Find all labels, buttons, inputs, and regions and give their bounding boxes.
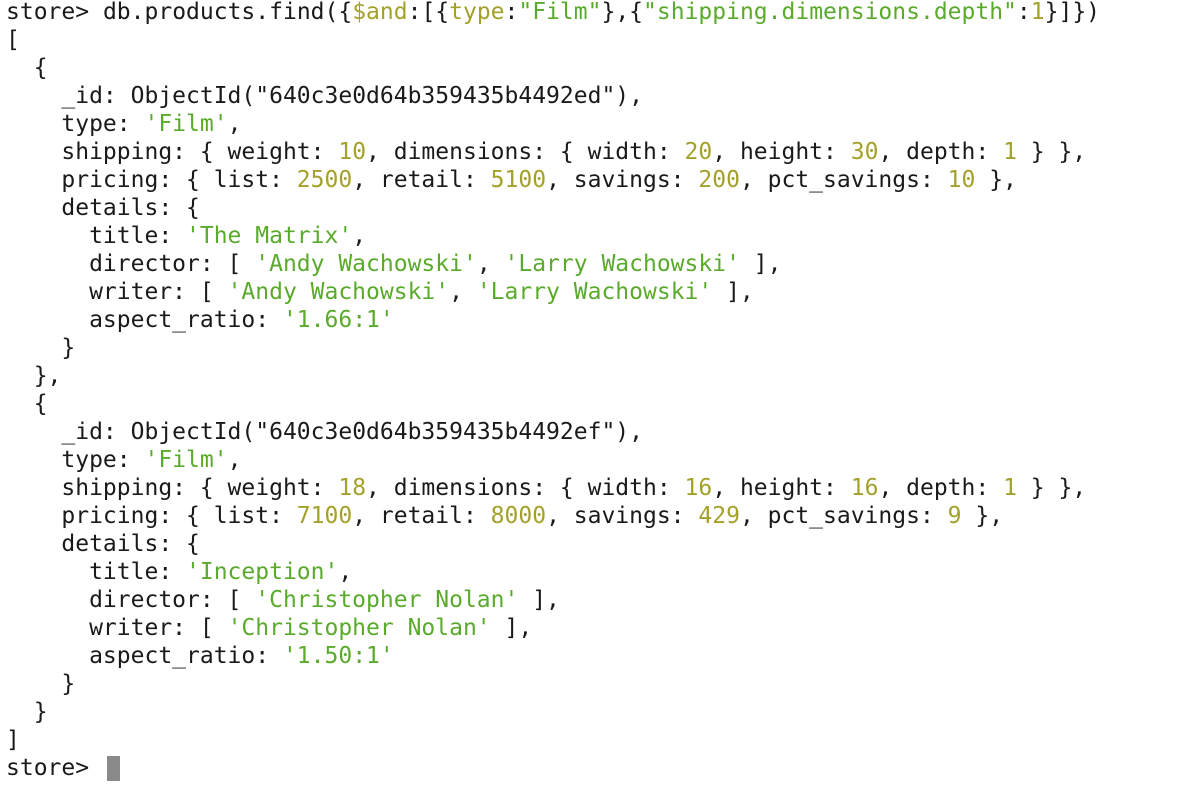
doc-id-line: _id: ObjectId("640c3e0d64b359435b4492ef"…: [6, 419, 643, 445]
retail-value: 5100: [490, 167, 547, 193]
aspect-ratio-value: '1.66:1': [282, 307, 394, 333]
terminal-window[interactable]: store> db.products.find({$and:[{type:"Fi…: [0, 0, 1204, 786]
prompt: store>: [6, 0, 90, 25]
output-array-open: [: [6, 27, 20, 53]
prompt: store>: [6, 755, 90, 781]
doc-close: }: [6, 699, 48, 725]
doc-close: },: [6, 363, 62, 389]
output-array-close: ]: [6, 727, 20, 753]
doc-details-open: details: {: [6, 531, 200, 557]
doc-details-close: }: [6, 671, 76, 697]
command-punct: }]}): [1044, 0, 1101, 25]
command-punct: :: [504, 0, 519, 25]
retail-value: 8000: [490, 503, 547, 529]
text-cursor[interactable]: [106, 756, 120, 781]
command-key: type: [449, 0, 505, 25]
list-value: 2500: [296, 167, 353, 193]
writer-value: 'Larry Wachowski': [476, 279, 713, 305]
depth-value: 1: [1003, 475, 1017, 501]
doc-type-line: type: 'Film',: [6, 111, 242, 137]
title-value: 'Inception': [186, 559, 339, 585]
doc-title-line: title: 'The Matrix',: [6, 223, 367, 249]
command-number: 1: [1030, 0, 1045, 25]
doc-open: {: [6, 55, 48, 81]
command-punct: :[{: [407, 0, 450, 25]
doc-shipping-line: shipping: { weight: 10, dimensions: { wi…: [6, 139, 1087, 165]
title-value: 'The Matrix': [186, 223, 353, 249]
director-value: 'Andy Wachowski': [255, 251, 477, 277]
doc-shipping-line: shipping: { weight: 18, dimensions: { wi…: [6, 475, 1087, 501]
doc-director-line: director: [ 'Christopher Nolan' ],: [6, 587, 560, 613]
list-value: 7100: [296, 503, 353, 529]
width-value: 20: [684, 139, 713, 165]
object-id: 640c3e0d64b359435b4492ed: [269, 83, 602, 109]
type-value: 'Film': [144, 447, 228, 473]
depth-value: 1: [1003, 139, 1017, 165]
height-value: 16: [850, 475, 879, 501]
doc-pricing-line: pricing: { list: 7100, retail: 8000, sav…: [6, 503, 1004, 529]
doc-pricing-line: pricing: { list: 2500, retail: 5100, sav…: [6, 167, 1017, 193]
type-value: 'Film': [144, 111, 228, 137]
doc-aspect-line: aspect_ratio: '1.50:1': [6, 643, 394, 669]
savings-value: 429: [698, 503, 740, 529]
command-string: "Film": [518, 0, 602, 25]
command-string: "shipping.dimensions.depth": [643, 0, 1017, 25]
doc-director-line: director: [ 'Andy Wachowski', 'Larry Wac…: [6, 251, 782, 277]
savings-value: 200: [698, 167, 740, 193]
command-operator: $and: [352, 0, 408, 25]
command-text: db.products.find({: [102, 0, 353, 25]
doc-type-line: type: 'Film',: [6, 447, 242, 473]
input-line[interactable]: store>: [6, 754, 120, 782]
doc-aspect-line: aspect_ratio: '1.66:1': [6, 307, 394, 333]
command-punct: },{: [601, 0, 644, 25]
weight-value: 18: [338, 475, 367, 501]
writer-value: 'Christopher Nolan': [227, 615, 491, 641]
doc-details-close: }: [6, 335, 76, 361]
object-id: 640c3e0d64b359435b4492ef: [269, 419, 602, 445]
height-value: 30: [850, 139, 879, 165]
pct-savings-value: 9: [947, 503, 962, 529]
writer-value: 'Andy Wachowski': [227, 279, 450, 305]
director-value: 'Larry Wachowski': [504, 251, 740, 277]
width-value: 16: [684, 475, 713, 501]
director-value: 'Christopher Nolan': [255, 587, 519, 613]
doc-open: {: [6, 391, 48, 417]
doc-writer-line: writer: [ 'Andy Wachowski', 'Larry Wacho…: [6, 279, 754, 305]
pct-savings-value: 10: [947, 167, 976, 193]
doc-id-line: _id: ObjectId("640c3e0d64b359435b4492ed"…: [6, 83, 643, 109]
command-punct: :: [1016, 0, 1031, 25]
doc-title-line: title: 'Inception',: [6, 559, 353, 585]
doc-details-open: details: {: [6, 195, 200, 221]
command-line: store> db.products.find({$and:[{type:"Fi…: [6, 0, 1100, 26]
aspect-ratio-value: '1.50:1': [282, 643, 394, 669]
weight-value: 10: [338, 139, 367, 165]
doc-writer-line: writer: [ 'Christopher Nolan' ],: [6, 615, 533, 641]
